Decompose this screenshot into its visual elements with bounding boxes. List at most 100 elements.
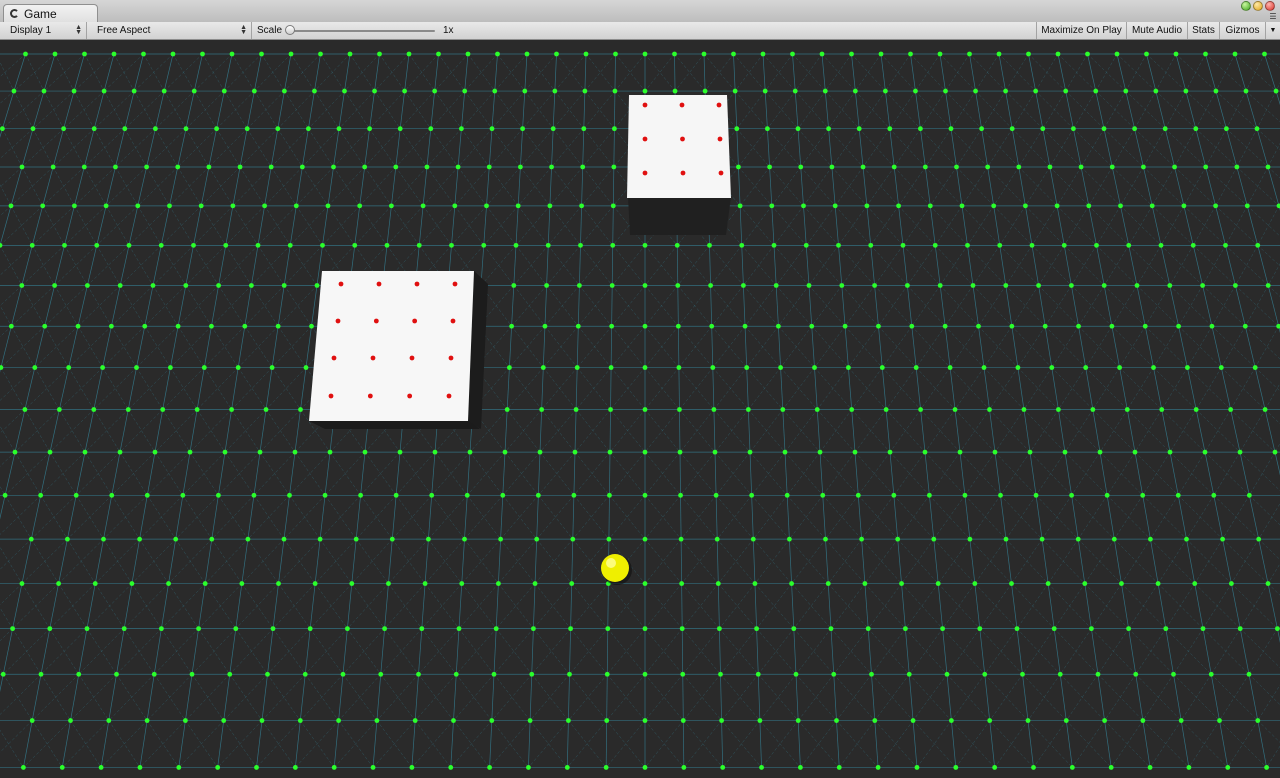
- grid-node: [134, 365, 139, 370]
- grid-line: [819, 452, 824, 496]
- grid-node: [1086, 203, 1092, 209]
- grid-line: [583, 91, 586, 129]
- grid-line: [1187, 367, 1197, 410]
- close-button[interactable]: [1265, 1, 1275, 11]
- grid-line: [1169, 452, 1179, 496]
- grid-line: [0, 205, 12, 246]
- grid-node: [992, 449, 998, 455]
- grid-line: [388, 539, 393, 584]
- grid-node: [84, 626, 90, 632]
- grid-line: [347, 583, 389, 629]
- grid-node: [572, 449, 578, 455]
- zoom-button[interactable]: [1241, 1, 1251, 11]
- grid-line: [989, 720, 995, 768]
- grid-node: [424, 164, 430, 170]
- grid-node: [1016, 164, 1022, 170]
- grid-node: [820, 492, 826, 498]
- grid-node: [1252, 365, 1258, 370]
- grid-line: [191, 628, 199, 675]
- grid-line: [161, 583, 206, 629]
- grid-line: [720, 674, 761, 721]
- game-viewport[interactable]: [0, 40, 1280, 778]
- tab-menu-icon[interactable]: ☰: [1268, 12, 1278, 21]
- grid-line: [769, 166, 804, 207]
- grid-node: [679, 581, 685, 586]
- grid-line: [897, 495, 930, 540]
- grid-line: [52, 128, 64, 168]
- grid-node: [153, 126, 158, 132]
- grid-line: [611, 245, 614, 286]
- grid-line: [217, 720, 225, 768]
- grid-line: [862, 166, 899, 207]
- grid-line: [582, 128, 585, 167]
- grid-node: [1015, 365, 1021, 370]
- grid-line: [424, 539, 429, 584]
- grid-node: [922, 449, 928, 455]
- minimize-button[interactable]: [1253, 1, 1263, 11]
- grid-node: [259, 718, 265, 723]
- grid-node: [1264, 765, 1269, 770]
- grid-node: [711, 407, 717, 412]
- scale-slider-handle[interactable]: [285, 25, 295, 35]
- grid-line: [954, 367, 985, 410]
- grid-line: [0, 53, 26, 78]
- grid-line: [1096, 245, 1105, 286]
- grid-line: [1264, 53, 1280, 69]
- grid-line: [32, 90, 75, 129]
- aspect-dropdown[interactable]: Free Aspect ▲ ▼: [91, 22, 252, 39]
- game-tab[interactable]: Game: [3, 4, 98, 22]
- grid-node: [1153, 88, 1159, 94]
- display-dropdown[interactable]: Display 1 ▲ ▼: [4, 22, 87, 39]
- grid-node: [701, 51, 707, 57]
- grid-line: [794, 91, 799, 129]
- grid-node: [1055, 51, 1061, 57]
- grid-node: [382, 626, 387, 632]
- grid-node: [216, 283, 222, 288]
- grid-line: [1000, 495, 1007, 540]
- grid-line: [949, 367, 956, 410]
- grid-line: [0, 184, 12, 206]
- grid-node: [491, 671, 497, 677]
- grid-line: [1221, 326, 1246, 368]
- grid-line: [972, 285, 979, 327]
- grid-line: [10, 205, 33, 246]
- grid-line: [1195, 367, 1222, 410]
- grid-node: [8, 203, 14, 209]
- grid-line: [1119, 326, 1146, 368]
- grid-line: [1213, 451, 1241, 496]
- grid-line: [1035, 495, 1043, 540]
- grid-line: [1000, 451, 1031, 496]
- grid-line: [767, 90, 796, 129]
- mute-audio-button[interactable]: Mute Audio: [1126, 22, 1187, 39]
- grid-node: [791, 626, 797, 632]
- grid-line: [391, 166, 428, 207]
- grid-line: [878, 326, 883, 368]
- grid-node: [977, 626, 983, 632]
- grid-line: [64, 245, 88, 286]
- grid-node: [708, 283, 713, 288]
- grid-node: [642, 407, 648, 412]
- grid-line: [531, 628, 534, 675]
- maximize-on-play-button[interactable]: Maximize On Play: [1036, 22, 1126, 39]
- grid-line: [1104, 285, 1146, 327]
- gizmos-dropdown-arrow-icon[interactable]: ▼: [1265, 22, 1280, 39]
- grid-node: [1045, 581, 1051, 586]
- scale-slider-track[interactable]: [289, 30, 435, 32]
- grid-line: [302, 128, 340, 168]
- grid-line: [1267, 563, 1280, 584]
- stats-button[interactable]: Stats: [1187, 22, 1219, 39]
- grid-node: [750, 536, 756, 542]
- grid-line: [950, 90, 976, 129]
- grid-node: [160, 407, 166, 412]
- grid-node: [1094, 242, 1099, 248]
- grid-node: [386, 581, 391, 586]
- grid-line: [613, 128, 615, 167]
- grid-line: [24, 367, 69, 410]
- grid-line: [513, 245, 517, 286]
- gizmos-button[interactable]: Gizmos: [1219, 22, 1265, 39]
- grid-line: [241, 539, 249, 584]
- grid-line: [454, 166, 490, 207]
- grid-line: [1248, 628, 1278, 675]
- grid-line: [13, 53, 56, 92]
- grid-node: [982, 671, 988, 677]
